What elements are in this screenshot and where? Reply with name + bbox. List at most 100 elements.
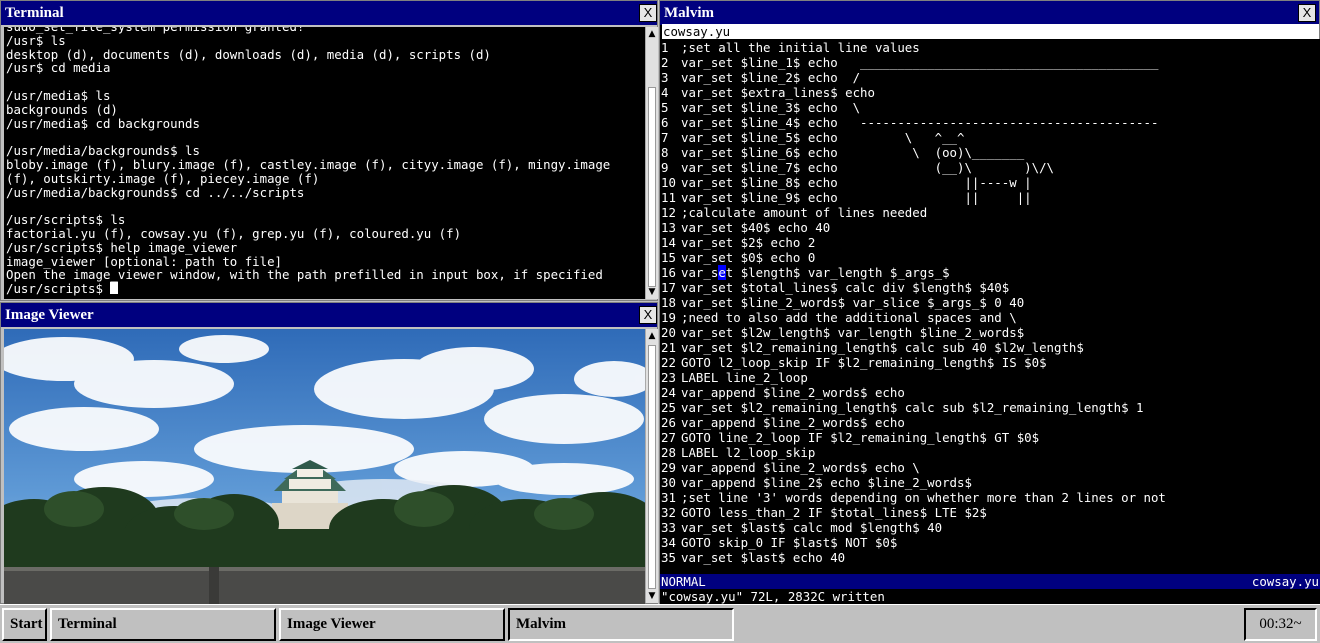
editor-line[interactable]: 33 var_set $last$ calc mod $length$ 40	[661, 520, 1166, 535]
image-viewer-close-button[interactable]: X	[639, 306, 657, 324]
terminal-text: sudo_set_file_system permission granted!…	[6, 27, 610, 296]
line-text: var_set $extra_lines$ echo	[681, 85, 875, 100]
terminal-prompt[interactable]: /usr/scripts$	[6, 282, 610, 296]
line-number: 34	[661, 535, 676, 550]
line-text: GOTO l2_loop_skip IF $l2_remaining_lengt…	[681, 355, 1047, 370]
line-text: ;calculate amount of lines needed	[681, 205, 928, 220]
editor-line[interactable]: 28 LABEL l2_loop_skip	[661, 445, 1166, 460]
malvim-editor[interactable]: 1 ;set all the initial line values 2 var_se…	[660, 39, 1320, 574]
editor-line[interactable]: 31 ;set line '3' words depending on wheth…	[661, 490, 1166, 505]
terminal-line: Open the image_viewer window, with the p…	[6, 267, 603, 283]
line-text: var_append $line_2$ echo $line_2_words$	[681, 475, 972, 490]
line-number: 1	[661, 40, 669, 55]
terminal-line: /usr$ ls	[6, 32, 66, 48]
editor-line[interactable]: 34 GOTO skip_0 IF $last$ NOT $0$	[661, 535, 1166, 550]
terminal-line: desktop (d), documents (d), downloads (d…	[6, 46, 491, 62]
terminal-window: Terminal X sudo_set_file_system permissi…	[0, 0, 658, 301]
editor-line[interactable]: 5 var_set $line_3$ echo \	[661, 100, 1166, 115]
vim-message: "cowsay.yu" 72L, 2832C written	[660, 589, 1320, 604]
line-text: var_set $last$ calc mod $length$ 40	[681, 520, 943, 535]
editor-line[interactable]: 24 var_append $line_2_words$ echo	[661, 385, 1166, 400]
line-number: 28	[661, 445, 676, 460]
line-text: var_set $line_2$ echo /	[681, 70, 861, 85]
start-button[interactable]: Start	[2, 608, 47, 641]
taskbar-item-image-viewer[interactable]: Image Viewer	[279, 608, 505, 641]
editor-line[interactable]: 21 var_set $l2_remaining_length$ calc sub…	[661, 340, 1166, 355]
terminal-scrollbar[interactable]: ▲ ▼	[645, 27, 658, 299]
scroll-up-arrow-icon[interactable]: ▲	[646, 329, 658, 343]
editor-line[interactable]: 29 var_append $line_2_words$ echo \	[661, 460, 1166, 475]
terminal-line: sudo_set_file_system permission granted!	[6, 27, 610, 34]
taskbar-item-terminal[interactable]: Terminal	[50, 608, 276, 641]
editor-line[interactable]: 11 var_set $line_9$ echo || ||	[661, 190, 1166, 205]
image-viewer-scroll-thumb[interactable]	[648, 345, 656, 589]
editor-line[interactable]: 19 ;need to also add the additional space…	[661, 310, 1166, 325]
line-number: 9	[661, 160, 669, 175]
editor-line[interactable]: 15 var_set $0$ echo 0	[661, 250, 1166, 265]
terminal-close-button[interactable]: X	[639, 4, 657, 22]
line-text: var_set $40$ echo 40	[681, 220, 831, 235]
line-text: var_append $line_2_words$ echo	[681, 415, 905, 430]
editor-line[interactable]: 9 var_set $line_7$ echo (__)\ )\/\	[661, 160, 1166, 175]
editor-line[interactable]: 35 var_set $last$ echo 40	[661, 550, 1166, 565]
terminal-line: /usr/scripts$ help image_viewer	[6, 239, 238, 255]
line-text: var_append $line_2_words$ echo \	[681, 460, 920, 475]
editor-line[interactable]: 3 var_set $line_2$ echo /	[661, 70, 1166, 85]
line-number: 25	[661, 400, 676, 415]
scroll-down-arrow-icon[interactable]: ▼	[646, 285, 658, 299]
line-text: ;need to also add the additional spaces …	[681, 310, 1017, 325]
image-viewer-title: Image Viewer	[5, 307, 94, 323]
editor-cursor: e	[718, 265, 726, 280]
line-text: ;set line '3' words depending on whether…	[681, 490, 1166, 505]
malvim-close-button[interactable]: X	[1298, 4, 1316, 22]
terminal-output[interactable]: sudo_set_file_system permission granted!…	[4, 27, 645, 299]
line-text: var_set $length$ var_length $_args_$	[681, 265, 950, 280]
editor-line[interactable]: 10 var_set $line_8$ echo ||----w |	[661, 175, 1166, 190]
image-viewer-scrollbar[interactable]: ▲ ▼	[645, 329, 658, 603]
editor-line[interactable]: 32 GOTO less_than_2 IF $total_lines$ LTE …	[661, 505, 1166, 520]
line-number: 15	[661, 250, 676, 265]
scroll-up-arrow-icon[interactable]: ▲	[646, 27, 658, 41]
editor-line[interactable]: 4 var_set $extra_lines$ echo	[661, 85, 1166, 100]
editor-line[interactable]: 17 var_set $total_lines$ calc div $length…	[661, 280, 1166, 295]
terminal-line: image_viewer [optional: path to file]	[6, 253, 283, 269]
scroll-down-arrow-icon[interactable]: ▼	[646, 589, 658, 603]
editor-line[interactable]: 16 var_set $length$ var_length $_args_$	[661, 265, 1166, 280]
editor-line[interactable]: 7 var_set $line_5$ echo \ ^__^	[661, 130, 1166, 145]
line-text: var_set $l2w_length$ var_length $line_2_…	[681, 325, 1025, 340]
editor-line[interactable]: 2 var_set $line_1$ echo _________________…	[661, 55, 1166, 70]
terminal-line: /usr/media$ ls	[6, 87, 111, 103]
line-number: 4	[661, 85, 669, 100]
editor-line[interactable]: 13 var_set $40$ echo 40	[661, 220, 1166, 235]
terminal-titlebar[interactable]: Terminal	[1, 1, 657, 25]
editor-line[interactable]: 23 LABEL line_2_loop	[661, 370, 1166, 385]
malvim-command-input[interactable]: cowsay.yu	[662, 24, 1319, 39]
castle-photo	[4, 329, 645, 605]
line-text: GOTO less_than_2 IF $total_lines$ LTE $2…	[681, 505, 987, 520]
editor-line[interactable]: 14 var_set $2$ echo 2	[661, 235, 1166, 250]
terminal-line: /usr$ cd media	[6, 60, 111, 76]
editor-line[interactable]: 25 var_set $l2_remaining_length$ calc sub…	[661, 400, 1166, 415]
line-text: var_set $line_9$ echo || ||	[681, 190, 1032, 205]
editor-line[interactable]: 8 var_set $line_6$ echo \ (oo)\_______	[661, 145, 1166, 160]
taskbar-item-malvim[interactable]: Malvim	[508, 608, 734, 641]
vim-mode: NORMAL	[661, 574, 706, 589]
line-text: ;set all the initial line values	[681, 40, 920, 55]
line-text: GOTO line_2_loop IF $l2_remaining_length…	[681, 430, 1040, 445]
editor-line[interactable]: 26 var_append $line_2_words$ echo	[661, 415, 1166, 430]
editor-line[interactable]: 27 GOTO line_2_loop IF $l2_remaining_leng…	[661, 430, 1166, 445]
line-text: var_set $line_8$ echo ||----w |	[681, 175, 1032, 190]
editor-line[interactable]: 1 ;set all the initial line values	[661, 40, 1166, 55]
line-text: var_set $last$ echo 40	[681, 550, 846, 565]
image-viewer-titlebar[interactable]: Image Viewer	[1, 303, 657, 327]
editor-line[interactable]: 18 var_set $line_2_words$ var_slice $_arg…	[661, 295, 1166, 310]
editor-line[interactable]: 30 var_append $line_2$ echo $line_2_words…	[661, 475, 1166, 490]
editor-line[interactable]: 12 ;calculate amount of lines needed	[661, 205, 1166, 220]
malvim-titlebar[interactable]: Malvim	[660, 1, 1319, 25]
image-viewer-canvas	[4, 329, 645, 605]
terminal-line: bloby.image (f), blury.image (f), castle…	[6, 156, 611, 172]
editor-line[interactable]: 20 var_set $l2w_length$ var_length $line_…	[661, 325, 1166, 340]
editor-line[interactable]: 22 GOTO l2_loop_skip IF $l2_remaining_len…	[661, 355, 1166, 370]
editor-line[interactable]: 6 var_set $line_4$ echo -----------------…	[661, 115, 1166, 130]
terminal-scroll-thumb[interactable]	[648, 87, 656, 287]
